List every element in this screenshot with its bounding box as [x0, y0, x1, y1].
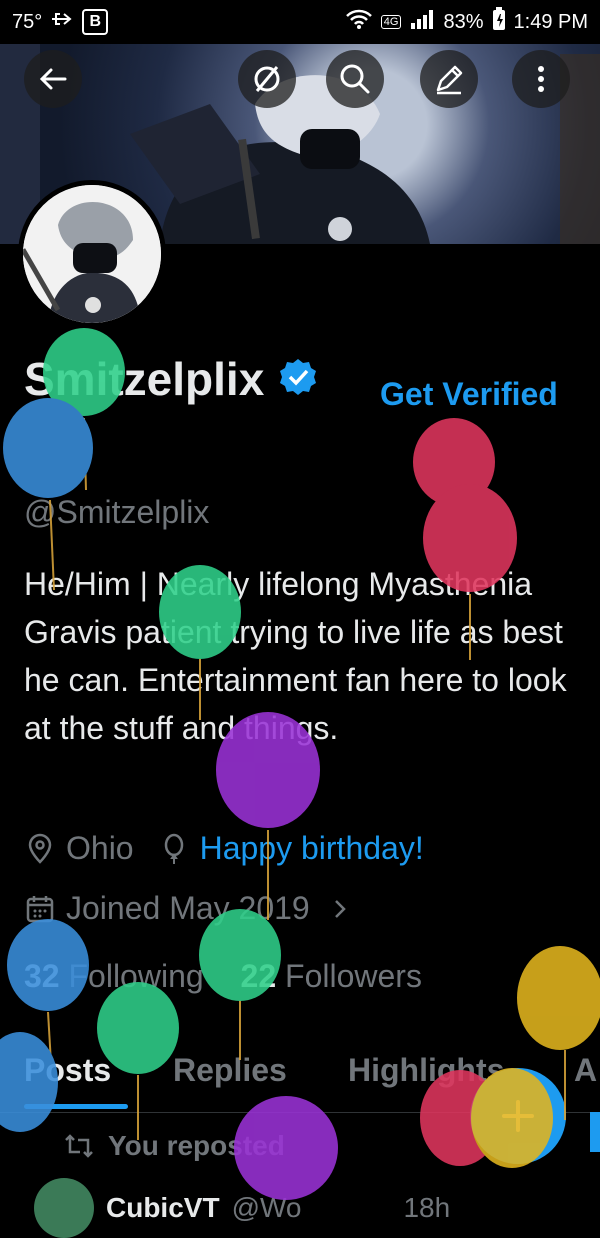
clock: 1:49 PM — [513, 10, 588, 33]
post-author-name: CubicVT — [106, 1192, 220, 1223]
repost-icon — [65, 1134, 93, 1158]
get-verified-link[interactable]: Get Verified — [380, 365, 575, 423]
following-link[interactable]: 32 Following — [24, 958, 204, 994]
compose-button[interactable] — [470, 1068, 566, 1164]
search-button[interactable] — [326, 50, 384, 108]
post-time: 18h — [403, 1192, 451, 1223]
following-count: 32 — [24, 958, 60, 994]
mute-button[interactable] — [238, 50, 296, 108]
more-button[interactable] — [512, 50, 570, 108]
side-edge-strip — [590, 1112, 600, 1152]
circle-slash-icon — [254, 66, 280, 92]
more-vertical-icon — [538, 66, 544, 92]
network-type: 4G — [380, 15, 402, 29]
avatar-artwork — [23, 185, 161, 323]
edit-button[interactable] — [420, 50, 478, 108]
following-label: Following — [68, 958, 204, 994]
post-author-avatar[interactable] — [34, 1178, 94, 1238]
follow-stats: 32 Following 22 Followers — [24, 958, 422, 995]
back-arrow-icon — [39, 68, 67, 90]
battery-percent: 83% — [443, 10, 484, 33]
tab-replies[interactable]: Replies — [173, 1052, 287, 1089]
joined-text: Joined May 2019 — [66, 890, 310, 926]
tab-articles[interactable]: A — [574, 1052, 597, 1089]
repost-indicator: You reposted — [64, 1130, 285, 1162]
tab-posts[interactable]: Posts — [24, 1052, 111, 1089]
profile-handle: @Smitzelplix — [24, 494, 210, 530]
chevron-right-icon — [334, 899, 346, 918]
birthday-text[interactable]: Happy birthday! — [200, 830, 424, 867]
calendar-icon — [26, 895, 54, 922]
balloon-icon — [164, 833, 183, 864]
wifi-icon — [345, 8, 373, 36]
location-pin-icon — [28, 833, 52, 864]
post-author-handle: @Wo — [231, 1192, 302, 1223]
repost-label: You reposted — [108, 1130, 285, 1161]
edit-pencil-icon — [436, 65, 463, 95]
usb-icon — [50, 10, 74, 34]
post-header[interactable]: CubicVT @Wo 18h — [34, 1178, 450, 1238]
profile-bio: He/Him | Nearly lifelong Myasthenia Grav… — [24, 566, 567, 746]
back-button[interactable] — [24, 50, 82, 108]
battery-icon — [492, 7, 506, 37]
signal-icon — [409, 8, 435, 36]
plus-icon — [502, 1100, 534, 1132]
b-app-icon: B — [82, 9, 109, 35]
followers-link[interactable]: 22 Followers — [241, 958, 422, 994]
status-bar: 75° B 4G 83% 1:49 PM — [0, 0, 600, 44]
meta-row-joined[interactable]: Joined May 2019 — [24, 890, 352, 927]
meta-row-location: Ohio Happy birthday! — [24, 830, 424, 867]
temperature: 75° — [12, 10, 43, 33]
location-text: Ohio — [66, 830, 134, 866]
search-icon — [340, 64, 370, 94]
followers-count: 22 — [240, 958, 277, 994]
display-name: Smitzelplix — [24, 353, 265, 405]
verified-badge-icon[interactable] — [278, 357, 318, 402]
profile-avatar[interactable] — [18, 180, 166, 328]
active-tab-indicator — [24, 1104, 128, 1109]
followers-label: Followers — [285, 958, 422, 994]
